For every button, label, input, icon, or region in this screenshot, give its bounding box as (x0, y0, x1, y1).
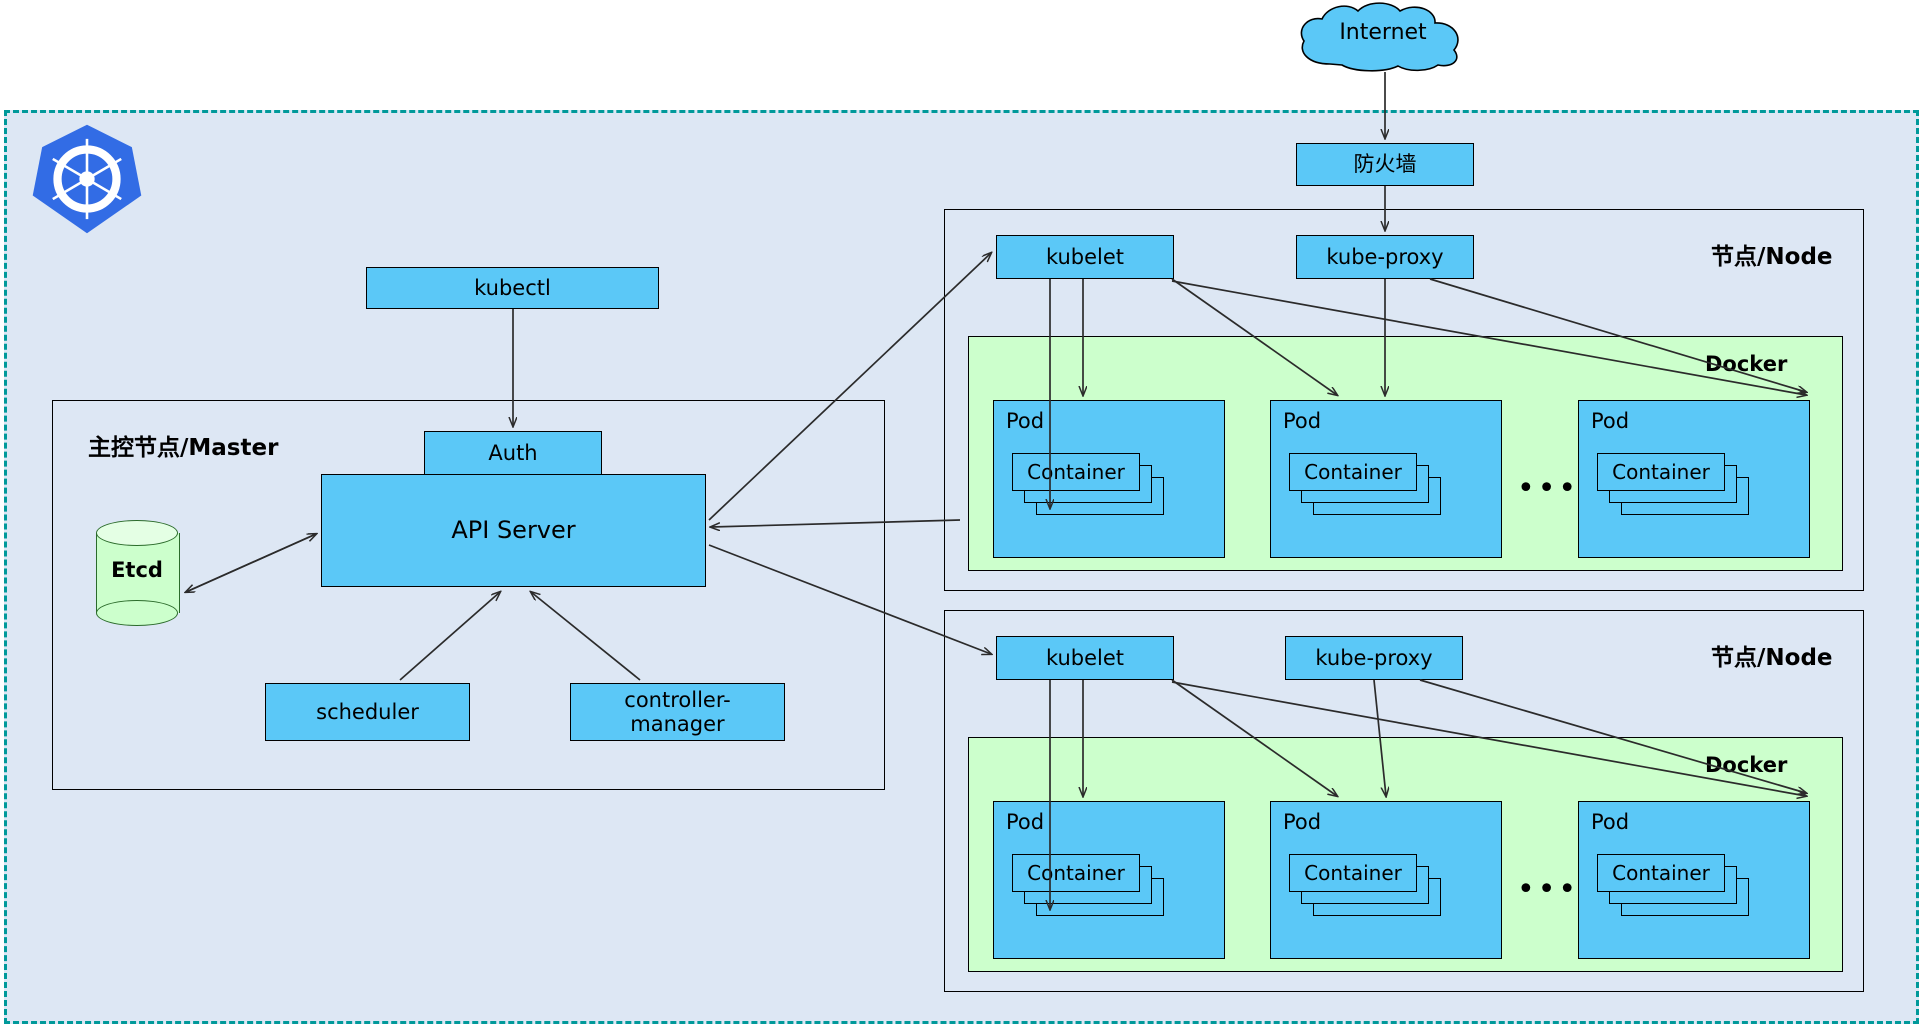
auth-box[interactable]: Auth (424, 431, 602, 475)
node-2-pod-3[interactable]: Pod Container (1578, 801, 1810, 959)
node-2-pods-ellipsis: ••• (1517, 872, 1580, 907)
node-1-pod-3-container[interactable]: Container (1597, 453, 1725, 491)
node-1-pod-2-container-stack: Container (1289, 453, 1441, 515)
internet-cloud: Internet (1288, 2, 1478, 72)
node-1-kube-proxy-label: kube-proxy (1326, 244, 1444, 269)
node-2-pod-2-container-stack: Container (1289, 854, 1441, 916)
node-2-pod-3-container-stack: Container (1597, 854, 1749, 916)
node-1-pod-2[interactable]: Pod Container (1270, 400, 1502, 558)
master-label: 主控节点/Master (88, 435, 279, 461)
controller-manager-label-line1: controller- (624, 687, 731, 712)
node-1-pod-1-container[interactable]: Container (1012, 453, 1140, 491)
node-2-docker-label: Docker (1705, 753, 1788, 777)
node-1-pods-ellipsis: ••• (1517, 471, 1580, 506)
node-1-pod-3[interactable]: Pod Container (1578, 400, 1810, 558)
node-1-pod-3-label: Pod (1591, 409, 1630, 433)
node-1-pod-1[interactable]: Pod Container (993, 400, 1225, 558)
node-1-pod-2-label: Pod (1283, 409, 1322, 433)
kubectl-label: kubectl (474, 275, 551, 300)
node-1-pod-1-container-stack: Container (1012, 453, 1164, 515)
node-2-pod-2-label: Pod (1283, 810, 1322, 834)
etcd-label: Etcd (111, 558, 163, 582)
node-1-pod-1-label: Pod (1006, 409, 1045, 433)
node-2-pod-3-container[interactable]: Container (1597, 854, 1725, 892)
node-2-kube-proxy-label: kube-proxy (1315, 645, 1433, 670)
firewall-label: 防火墙 (1353, 152, 1417, 177)
node-2-pod-1-container[interactable]: Container (1012, 854, 1140, 892)
node-2-pod-3-label: Pod (1591, 810, 1630, 834)
etcd-bottom (96, 600, 178, 626)
node-1-pod-2-container[interactable]: Container (1289, 453, 1417, 491)
node-2-pod-1-container-stack: Container (1012, 854, 1164, 916)
internet-label: Internet (1339, 20, 1427, 45)
node-2-kubelet-box[interactable]: kubelet (996, 636, 1174, 680)
node-2-pod-2-container[interactable]: Container (1289, 854, 1417, 892)
scheduler-box[interactable]: scheduler (265, 683, 470, 741)
node-1-docker-label: Docker (1705, 352, 1788, 376)
auth-label: Auth (488, 440, 538, 465)
node-2-pod-2[interactable]: Pod Container (1270, 801, 1502, 959)
node-1-kubelet-box[interactable]: kubelet (996, 235, 1174, 279)
node-label-1: 节点/Node (1711, 244, 1833, 270)
node-2-pod-1-label: Pod (1006, 810, 1045, 834)
scheduler-label: scheduler (316, 699, 419, 724)
kubernetes-logo (28, 120, 146, 238)
node-1-kube-proxy-box[interactable]: kube-proxy (1296, 235, 1474, 279)
controller-manager-box[interactable]: controller- manager (570, 683, 785, 741)
node-2-pod-1[interactable]: Pod Container (993, 801, 1225, 959)
node-label-2: 节点/Node (1711, 645, 1833, 671)
api-server-box[interactable]: API Server (321, 474, 706, 587)
controller-manager-label-line2: manager (630, 712, 725, 736)
node-2-kubelet-label: kubelet (1045, 645, 1125, 670)
node-2-kube-proxy-box[interactable]: kube-proxy (1285, 636, 1463, 680)
api-server-label: API Server (451, 515, 576, 544)
node-1-kubelet-label: kubelet (1045, 244, 1125, 269)
kubectl-box[interactable]: kubectl (366, 267, 659, 309)
node-1-pod-3-container-stack: Container (1597, 453, 1749, 515)
firewall-box[interactable]: 防火墙 (1296, 143, 1474, 186)
etcd-cylinder[interactable]: Etcd (96, 520, 180, 626)
etcd-top (96, 520, 178, 546)
